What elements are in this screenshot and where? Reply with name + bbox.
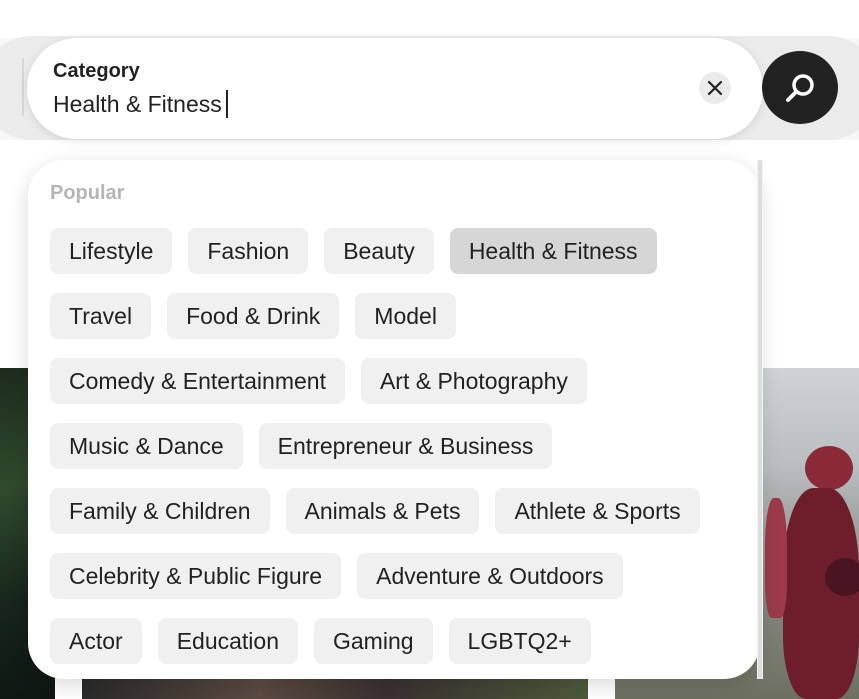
category-chip-food-drink[interactable]: Food & Drink — [167, 293, 340, 339]
clear-button[interactable] — [699, 72, 731, 104]
header-top — [0, 0, 859, 38]
search-icon — [786, 73, 814, 102]
chip-row: Comedy & Entertainment Art & Photography — [50, 358, 700, 404]
category-chip-animals-pets[interactable]: Animals & Pets — [285, 488, 480, 534]
category-chip-gaming[interactable]: Gaming — [314, 618, 433, 664]
chip-row: Lifestyle Fashion Beauty Health & Fitness — [50, 228, 700, 274]
chip-row: Music & Dance Entrepreneur & Business — [50, 423, 700, 469]
category-chip-fashion[interactable]: Fashion — [188, 228, 309, 274]
chip-row: Celebrity & Public Figure Adventure & Out… — [50, 553, 700, 599]
text-caret — [225, 90, 228, 118]
dropdown-scrollbar-thumb[interactable] — [758, 160, 762, 679]
chip-row: Family & Children Animals & Pets Athlete &… — [50, 488, 700, 534]
category-chip-athlete-sports[interactable]: Athlete & Sports — [495, 488, 700, 534]
category-chip-beauty[interactable]: Beauty — [324, 228, 434, 274]
category-chip-adventure-outdoors[interactable]: Adventure & Outdoors — [357, 553, 623, 599]
search-button[interactable] — [762, 51, 838, 124]
category-chip-lifestyle[interactable]: Lifestyle — [50, 228, 173, 274]
category-dropdown: Popular Lifestyle Fashion Beauty Health & F… — [28, 160, 760, 679]
category-chip-list: Lifestyle Fashion Beauty Health & Fitness Tr… — [50, 228, 700, 679]
category-chip-art-photography[interactable]: Art & Photography — [360, 358, 587, 404]
category-chip-entrepreneur-business[interactable]: Entrepreneur & Business — [258, 423, 553, 469]
chip-row: Actor Education Gaming LGBTQ2+ — [50, 618, 700, 664]
category-input[interactable]: Health & Fitness — [53, 90, 228, 118]
category-chip-education[interactable]: Education — [157, 618, 298, 664]
category-chip-health-fitness[interactable]: Health & Fitness — [449, 228, 657, 274]
photo-player — [765, 498, 787, 618]
popular-section-title: Popular — [50, 182, 125, 204]
category-chip-music-dance[interactable]: Music & Dance — [50, 423, 243, 469]
category-chip-lgbtq2[interactable]: LGBTQ2+ — [448, 618, 591, 664]
category-chip-actor[interactable]: Actor — [50, 618, 142, 664]
category-search-field[interactable] — [27, 38, 763, 139]
category-chip-comedy-entertainment[interactable]: Comedy & Entertainment — [50, 358, 345, 404]
photo-helmet — [805, 446, 853, 490]
category-chip-travel[interactable]: Travel — [50, 293, 152, 339]
category-chip-model[interactable]: Model — [355, 293, 456, 339]
category-chip-celebrity-public-figure[interactable]: Celebrity & Public Figure — [50, 553, 342, 599]
chip-row: Travel Food & Drink Model — [50, 293, 700, 339]
app-stage: Category Health & Fitness Popular Lifest… — [0, 0, 859, 699]
category-chip-family-children[interactable]: Family & Children — [50, 488, 270, 534]
photo-helmet — [825, 558, 859, 596]
category-input-value: Health & Fitness — [53, 90, 222, 117]
category-label: Category — [53, 60, 140, 82]
search-bar-divider — [22, 58, 24, 116]
close-icon — [707, 80, 723, 96]
